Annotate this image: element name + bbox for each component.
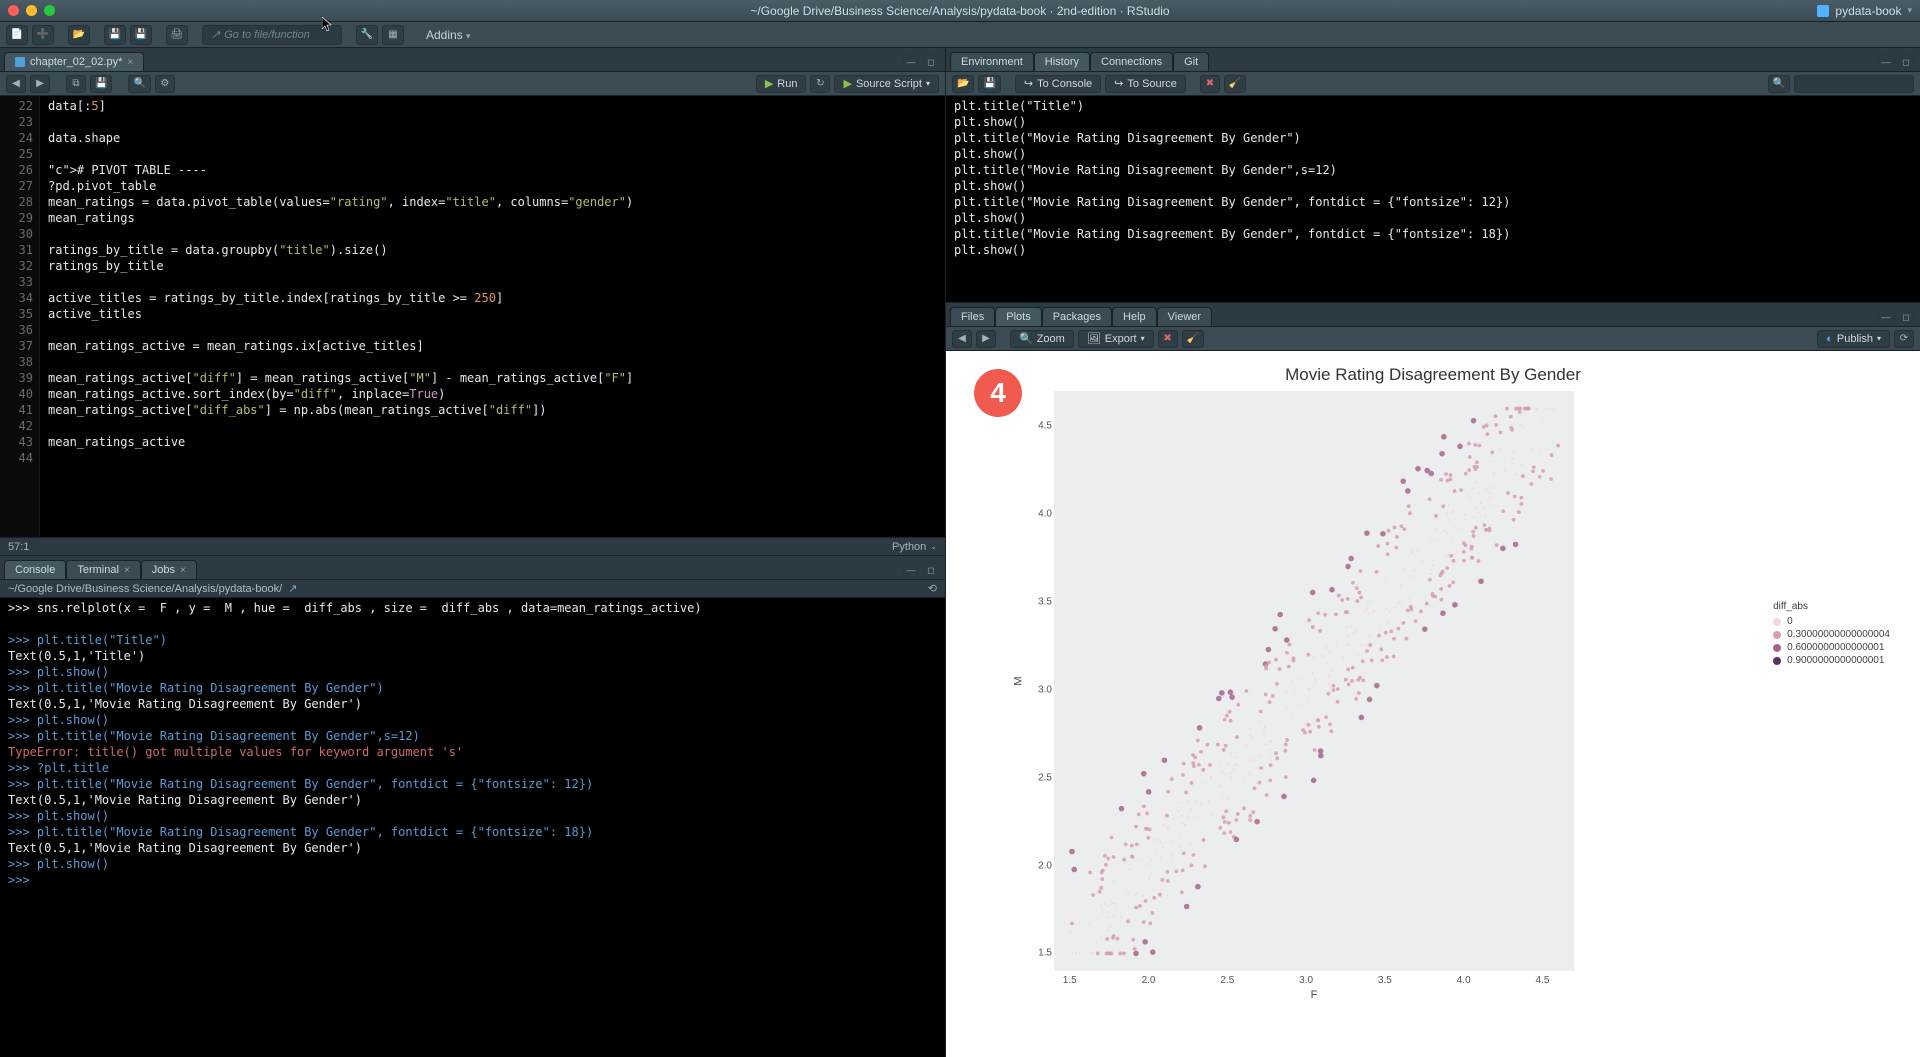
project-icon [1817, 5, 1829, 17]
language-selector[interactable]: Python [892, 541, 926, 553]
chart-legend: diff_abs 00.300000000000000040.600000000… [1773, 601, 1890, 668]
search-icon: 🔍 [1768, 75, 1790, 93]
save-history-button[interactable]: 💾 [978, 75, 1000, 93]
env-tab-strip: Environment History Connections Git — ◻ [946, 48, 1920, 72]
run-button[interactable]: ▶Run [756, 75, 807, 93]
project-name[interactable]: pydata-book [1835, 4, 1901, 18]
to-source-button[interactable]: ↪ To Source [1105, 75, 1186, 93]
tools-button[interactable]: 🔧 [356, 25, 378, 45]
find-button[interactable]: 🔍 [128, 75, 150, 93]
forward-button[interactable]: ▶ [30, 75, 50, 93]
window-titlebar: ~/Google Drive/Business Science/Analysis… [0, 0, 1920, 22]
close-tab-button[interactable]: × [127, 57, 133, 68]
save-button[interactable]: 💾 [90, 75, 112, 93]
minimize-pane-icon[interactable]: — [1878, 55, 1894, 69]
tab-terminal[interactable]: Terminal× [66, 560, 140, 579]
history-toolbar: 📂 💾 ↪ To Console ↪ To Source ✖ 🧹 🔍 [946, 72, 1920, 96]
tab-connections[interactable]: Connections [1090, 52, 1173, 71]
line-gutter: 2223242526272829303132333435363738394041… [0, 96, 40, 537]
plot-canvas: 4 Movie Rating Disagreement By Gender 1.… [946, 351, 1920, 1057]
close-icon[interactable]: × [180, 565, 186, 576]
show-in-new-window-button[interactable]: ⧉ [66, 75, 86, 93]
clear-history-button[interactable]: 🧹 [1224, 75, 1246, 93]
load-history-button[interactable]: 📂 [952, 75, 974, 93]
console-path-bar: ~/Google Drive/Business Science/Analysis… [0, 580, 945, 598]
maximize-pane-icon[interactable]: ◻ [1898, 310, 1914, 324]
legend-item: 0.9000000000000001 [1773, 655, 1890, 666]
tab-help[interactable]: Help [1112, 307, 1157, 326]
tab-viewer[interactable]: Viewer [1157, 307, 1212, 326]
tab-git[interactable]: Git [1173, 52, 1209, 71]
legend-item: 0.30000000000000004 [1773, 629, 1890, 640]
legend-item: 0 [1773, 616, 1890, 627]
viewer-tab-strip: Files Plots Packages Help Viewer — ◻ [946, 303, 1920, 327]
source-status-bar: 57:1 Python ⌄ [0, 537, 945, 555]
save-button[interactable]: 💾 [104, 25, 126, 45]
chart-title: Movie Rating Disagreement By Gender [946, 365, 1920, 385]
scatter-points [1054, 391, 1574, 971]
tab-jobs[interactable]: Jobs× [141, 560, 197, 579]
source-script-button[interactable]: ▶Source Script ▾ [834, 75, 939, 93]
source-toolbar: ◀ ▶ ⧉ 💾 🔍 ⚙ ▶Run ↻ ▶Source Script ▾ [0, 72, 945, 96]
rerun-button[interactable]: ↻ [810, 75, 830, 93]
tab-environment[interactable]: Environment [950, 52, 1034, 71]
publish-button[interactable]: ◐ Publish ▾ [1817, 330, 1890, 348]
tab-packages[interactable]: Packages [1042, 307, 1112, 326]
minimize-button[interactable] [26, 5, 37, 16]
zoom-button[interactable]: 🔍 Zoom [1010, 330, 1074, 348]
print-button[interactable]: 🖨 [166, 25, 188, 45]
y-axis-label: M [1013, 676, 1025, 685]
console-tab-strip: Console Terminal× Jobs× — ◻ [0, 556, 945, 580]
open-file-button[interactable]: 📂 [68, 25, 90, 45]
console-output[interactable]: >>> sns.relplot(x = F , y = M , hue = di… [0, 598, 945, 1057]
history-search-input[interactable] [1794, 75, 1914, 93]
close-button[interactable] [8, 5, 19, 16]
back-button[interactable]: ◀ [6, 75, 26, 93]
new-file-button[interactable]: 📄 [6, 25, 28, 45]
goto-file-input[interactable]: ↗ Go to file/function [202, 25, 342, 45]
next-plot-button[interactable]: ▶ [976, 330, 996, 348]
addins-menu[interactable]: Addins ▾ [418, 28, 479, 42]
save-all-button[interactable]: 💾 [130, 25, 152, 45]
main-toolbar: 📄 ➕ 📂 💾 💾 🖨 ↗ Go to file/function 🔧 ▦ Ad… [0, 22, 1920, 48]
minimize-pane-icon[interactable]: — [1878, 310, 1894, 324]
cursor-position: 57:1 [8, 541, 29, 553]
tab-console[interactable]: Console [4, 560, 66, 579]
x-axis-label: F [1311, 989, 1318, 1001]
file-icon [15, 57, 25, 67]
source-tab-strip: chapter_02_02.py* × — ◻ [0, 48, 945, 72]
tab-plots[interactable]: Plots [995, 307, 1041, 326]
maximize-pane-icon[interactable]: ◻ [923, 563, 939, 577]
to-console-button[interactable]: ↪ To Console [1015, 75, 1101, 93]
history-list[interactable]: plt.title("Title") plt.show() plt.title(… [946, 96, 1920, 302]
minimize-pane-icon[interactable]: — [903, 55, 919, 69]
remove-entry-button[interactable]: ✖ [1200, 75, 1220, 93]
goto-dir-icon[interactable]: ↗ [288, 582, 297, 595]
grid-button[interactable]: ▦ [382, 25, 404, 45]
code-content: data[:5] data.shape "c"># PIVOT TABLE --… [40, 96, 945, 537]
refresh-plot-button[interactable]: ⟳ [1894, 330, 1914, 348]
maximize-pane-icon[interactable]: ◻ [1898, 55, 1914, 69]
clear-console-icon[interactable]: ⟲ [928, 582, 937, 595]
code-editor[interactable]: 2223242526272829303132333435363738394041… [0, 96, 945, 537]
close-icon[interactable]: × [124, 565, 130, 576]
window-title: ~/Google Drive/Business Science/Analysis… [750, 4, 1169, 18]
tab-files[interactable]: Files [950, 307, 995, 326]
clear-plots-button[interactable]: 🧹 [1182, 330, 1204, 348]
maximize-button[interactable] [44, 5, 55, 16]
legend-item: 0.6000000000000001 [1773, 642, 1890, 653]
prev-plot-button[interactable]: ◀ [952, 330, 972, 348]
remove-plot-button[interactable]: ✖ [1158, 330, 1178, 348]
maximize-pane-icon[interactable]: ◻ [923, 55, 939, 69]
code-tools-button[interactable]: ⚙ [155, 75, 175, 93]
tab-history[interactable]: History [1034, 52, 1090, 71]
source-tab[interactable]: chapter_02_02.py* × [4, 52, 144, 71]
x-axis-ticks: 1.52.02.53.03.54.04.5 [1054, 975, 1574, 989]
y-axis-ticks: 1.52.02.53.03.54.04.5 [1034, 391, 1054, 971]
minimize-pane-icon[interactable]: — [903, 563, 919, 577]
plots-toolbar: ◀ ▶ 🔍 Zoom 🖼 Export ▾ ✖ 🧹 ◐ Publish ▾ ⟳ [946, 327, 1920, 351]
export-button[interactable]: 🖼 Export ▾ [1078, 330, 1154, 348]
chart-plot-region [1054, 391, 1574, 971]
new-project-button[interactable]: ➕ [32, 25, 54, 45]
